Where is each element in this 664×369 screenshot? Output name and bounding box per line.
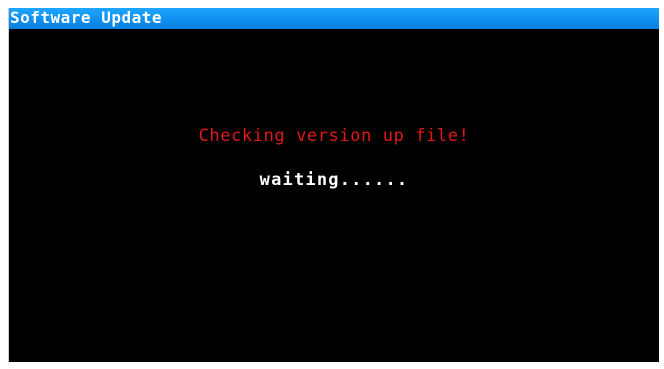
update-screen: Software Update Checking version up file… xyxy=(8,8,659,362)
update-message: Checking version up file! xyxy=(198,126,470,146)
waiting-status: waiting...... xyxy=(259,170,409,190)
photo-frame: Software Update Checking version up file… xyxy=(0,0,664,369)
title-bar: Software Update xyxy=(9,8,659,29)
window-title: Software Update xyxy=(10,8,162,27)
